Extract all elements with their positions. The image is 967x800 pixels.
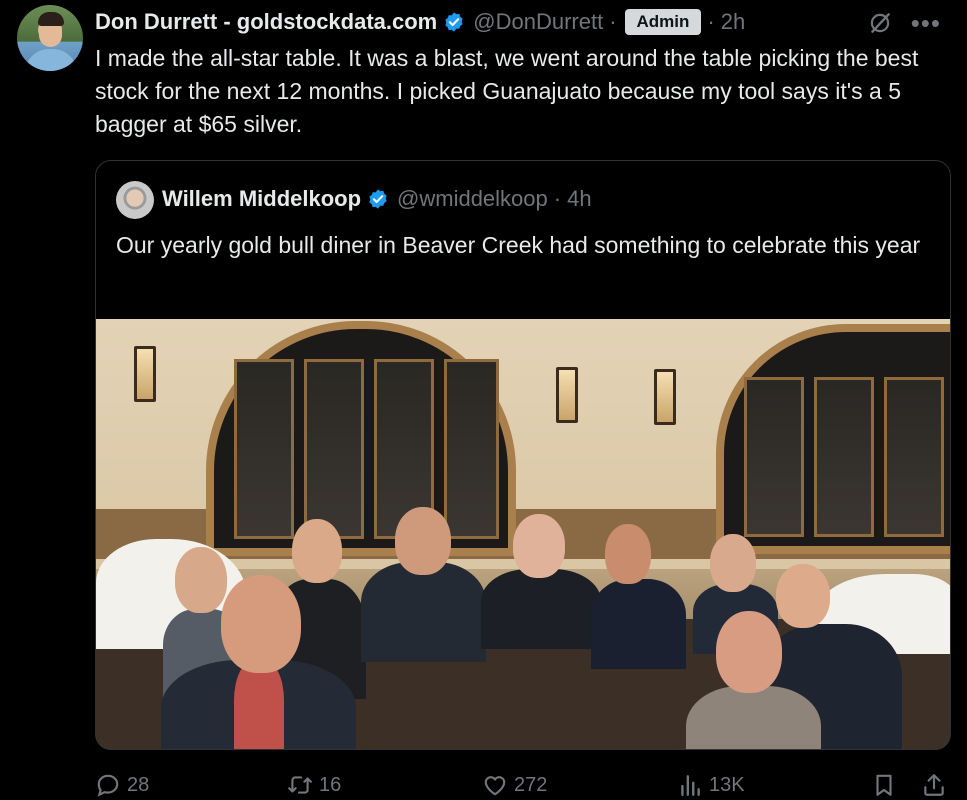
verified-badge-icon xyxy=(369,189,387,209)
author-avatar[interactable] xyxy=(17,5,83,71)
views-button[interactable]: 13K xyxy=(677,772,745,798)
bookmark-button[interactable] xyxy=(871,772,897,798)
quoted-author-handle[interactable]: @wmiddelkoop xyxy=(397,186,548,212)
reply-count: 28 xyxy=(127,773,150,796)
quoted-post-text: Our yearly gold bull diner in Beaver Cre… xyxy=(116,232,921,258)
post-text: I made the all-star table. It was a blas… xyxy=(95,45,919,137)
author-handle[interactable]: @DonDurrett xyxy=(473,9,603,35)
share-icon xyxy=(924,774,944,796)
separator-dot: · xyxy=(707,9,715,34)
like-count: 272 xyxy=(514,773,548,796)
separator-dot: · xyxy=(553,186,562,211)
dinner-photo[interactable] xyxy=(96,319,950,749)
reply-button[interactable]: 28 xyxy=(95,772,149,798)
separator-dot: · xyxy=(609,9,617,34)
author-name[interactable]: Don Durrett - goldstockdata.com xyxy=(95,9,437,35)
like-icon xyxy=(484,776,506,796)
admin-badge: Admin xyxy=(624,9,702,35)
quoted-tweet[interactable]: Willem Middelkoop @wmiddelkoop · 4h Our … xyxy=(95,160,951,750)
post-time[interactable]: 2h xyxy=(721,9,745,35)
verified-badge-icon xyxy=(445,12,463,32)
more-icon[interactable]: ••• xyxy=(911,8,941,39)
quoted-tweet-header: Willem Middelkoop @wmiddelkoop · 4h xyxy=(162,186,592,212)
grok-icon[interactable] xyxy=(867,10,893,36)
tweet-header: Don Durrett - goldstockdata.com @DonDurr… xyxy=(95,8,955,39)
like-button[interactable]: 272 xyxy=(482,772,547,798)
reply-icon xyxy=(97,774,119,797)
repost-count: 16 xyxy=(319,773,342,796)
share-button[interactable] xyxy=(921,772,947,798)
views-count: 13K xyxy=(709,773,745,796)
views-icon xyxy=(681,775,700,796)
quoted-post-time[interactable]: 4h xyxy=(567,186,591,212)
tweet-actions: 28 16 272 13K xyxy=(95,770,955,800)
repost-icon xyxy=(288,776,312,794)
bookmark-icon xyxy=(876,774,892,796)
repost-button[interactable]: 16 xyxy=(287,772,341,798)
quoted-author-name[interactable]: Willem Middelkoop xyxy=(162,186,361,212)
quoted-author-avatar[interactable] xyxy=(116,181,154,219)
